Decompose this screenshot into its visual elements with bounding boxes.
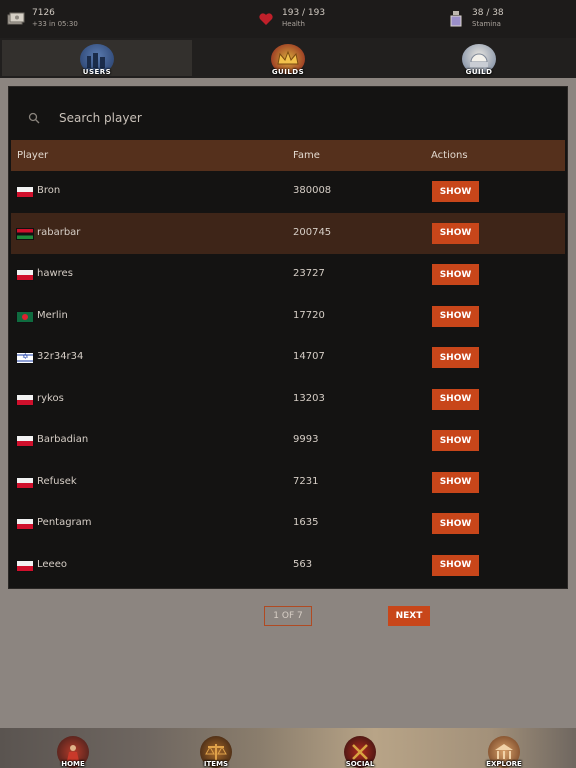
money-regen: +33 in 05:30 [32, 20, 78, 29]
show-button[interactable]: SHOW [432, 554, 479, 576]
tab-bar: USERS GUILDS GUILD [0, 38, 576, 78]
tab-guild-label: GUILD [465, 68, 493, 76]
next-page-button[interactable]: NEXT [388, 606, 430, 626]
money-stat: 7126 +33 in 05:30 [6, 0, 78, 38]
player-name: Leeeo [37, 558, 67, 570]
page-indicator: 1 OF 7 [264, 606, 312, 626]
player-name: 32r34r34 [37, 351, 84, 362]
nav-explore-label: EXPLORE [486, 760, 522, 768]
search-bar [27, 105, 547, 131]
player-fame: 563 [293, 558, 313, 570]
nav-social[interactable]: SOCIAL [336, 728, 384, 768]
flag-il-icon [16, 352, 34, 364]
stamina-label: Stamina [472, 20, 501, 29]
show-button[interactable]: SHOW [432, 430, 479, 451]
show-button[interactable]: SHOW [432, 222, 479, 244]
money-value: 7126 [32, 8, 55, 19]
player-fame: 1635 [293, 517, 319, 528]
table-row: rykos 13203 SHOW [11, 379, 565, 421]
player-name: Merlin [37, 309, 68, 321]
table-row: Bron 380008 SHOW [11, 171, 565, 213]
header-actions: Actions [431, 150, 468, 161]
flag-pl-icon [16, 476, 34, 489]
flag-pl-icon [16, 518, 34, 530]
flag-pl-icon [16, 269, 34, 281]
flag-pl-icon [16, 435, 34, 447]
potion-icon [446, 9, 466, 29]
heart-icon [256, 9, 276, 29]
show-button[interactable]: SHOW [432, 513, 479, 534]
player-fame: 17720 [293, 309, 325, 321]
search-input[interactable] [59, 111, 439, 125]
table-row: Pentagram 1635 SHOW [11, 503, 565, 545]
tab-guilds-label: GUILDS [271, 68, 305, 76]
tab-guilds[interactable]: GUILDS [193, 40, 383, 76]
nav-explore[interactable]: EXPLORE [480, 728, 528, 768]
health-label: Health [282, 20, 305, 29]
player-name: Pentagram [37, 517, 92, 528]
health-value: 193 / 193 [282, 8, 326, 19]
player-fame: 9993 [293, 434, 319, 445]
tab-guild[interactable]: GUILD [384, 40, 574, 76]
player-name: hawres [37, 268, 73, 279]
tab-users[interactable]: USERS [2, 40, 192, 76]
nav-home-label: HOME [61, 760, 85, 768]
show-button[interactable]: SHOW [432, 471, 479, 493]
header-player: Player [17, 150, 49, 161]
table-row: Refusek 7231 SHOW [11, 462, 565, 504]
nav-items-label: ITEMS [203, 760, 229, 768]
table-row: Merlin 17720 SHOW [11, 296, 565, 338]
table-body: Bron 380008 SHOW rabarbar 200745 SHOW ha… [11, 171, 565, 586]
flag-bd-icon [16, 310, 34, 323]
health-stat: 193 / 193 Health [256, 0, 325, 38]
table-row: rabarbar 200745 SHOW [11, 212, 565, 254]
nav-home[interactable]: HOME [49, 728, 97, 768]
player-fame: 13203 [293, 392, 325, 404]
player-name: Barbadian [37, 434, 89, 445]
flag-pl-icon [16, 559, 34, 572]
player-fame: 7231 [293, 475, 319, 487]
nav-social-label: SOCIAL [345, 760, 375, 768]
flag-pl-icon [16, 393, 34, 406]
flag-pl-icon [16, 186, 34, 198]
player-name: Refusek [37, 475, 77, 487]
player-name: rykos [37, 392, 64, 404]
player-name: Bron [37, 185, 61, 196]
show-button[interactable]: SHOW [432, 305, 479, 327]
player-name: rabarbar [37, 226, 81, 238]
table-row: 32r34r34 14707 SHOW [11, 337, 565, 379]
player-list-panel: Player Fame Actions Bron 380008 SHOW rab… [8, 86, 568, 589]
bottom-nav: HOME ITEMS SOCIAL EXPLORE [0, 728, 576, 768]
tab-users-label: USERS [82, 68, 112, 76]
stamina-stat: 38 / 38 Stamina [446, 0, 504, 38]
player-fame: 14707 [293, 351, 325, 362]
show-button[interactable]: SHOW [432, 347, 479, 368]
money-icon [6, 9, 26, 29]
nav-items[interactable]: ITEMS [192, 728, 240, 768]
flag-ly-icon [16, 227, 34, 240]
show-button[interactable]: SHOW [432, 181, 479, 202]
table-header: Player Fame Actions [11, 140, 565, 171]
stamina-value: 38 / 38 [472, 8, 504, 19]
player-fame: 380008 [293, 185, 332, 196]
table-row: hawres 23727 SHOW [11, 254, 565, 296]
table-row: Leeeo 563 SHOW [11, 545, 565, 587]
player-fame: 23727 [293, 268, 325, 279]
status-bar: 7126 +33 in 05:30 193 / 193 Health 38 / … [0, 0, 576, 38]
player-fame: 200745 [293, 226, 332, 238]
search-icon [27, 111, 41, 125]
show-button[interactable]: SHOW [432, 264, 479, 285]
show-button[interactable]: SHOW [432, 388, 479, 410]
header-fame: Fame [293, 150, 320, 161]
table-row: Barbadian 9993 SHOW [11, 420, 565, 462]
